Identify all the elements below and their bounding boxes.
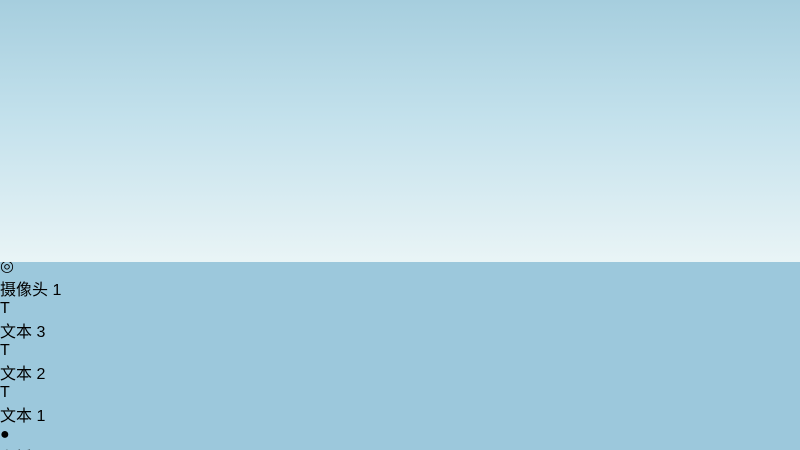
- text-source-icon: T: [0, 300, 10, 317]
- sky-background: [0, 0, 800, 262]
- source-item-camera[interactable]: ◎ 摄像头 1: [0, 256, 800, 300]
- source-label: 文本 3: [0, 324, 46, 341]
- source-item-text[interactable]: T 文本 2: [0, 342, 800, 384]
- source-label: 摄像头 1: [0, 282, 62, 299]
- source-item-user[interactable]: ●主播 1: [0, 426, 800, 450]
- source-item-text[interactable]: T 文本 3: [0, 300, 800, 342]
- sources-panel: 画面来源 + ◎摄像头 1T文本 3T文本 2T文本 1●主播 1 工具箱 弹幕…: [0, 232, 800, 450]
- user-source-icon: ●: [0, 426, 10, 443]
- source-label: 文本 1: [0, 408, 46, 425]
- desktop-screen: QQ群113014113 网易云：雨霖铃雨霖雨 微博：迅哥、雨霖铃 阵容推荐：斗…: [0, 0, 800, 450]
- source-item-text[interactable]: T 文本 1: [0, 384, 800, 426]
- source-label: 主播 1: [0, 444, 800, 450]
- text-source-icon: T: [0, 384, 10, 401]
- text-source-icon: T: [0, 342, 10, 359]
- source-label: 文本 2: [0, 366, 46, 383]
